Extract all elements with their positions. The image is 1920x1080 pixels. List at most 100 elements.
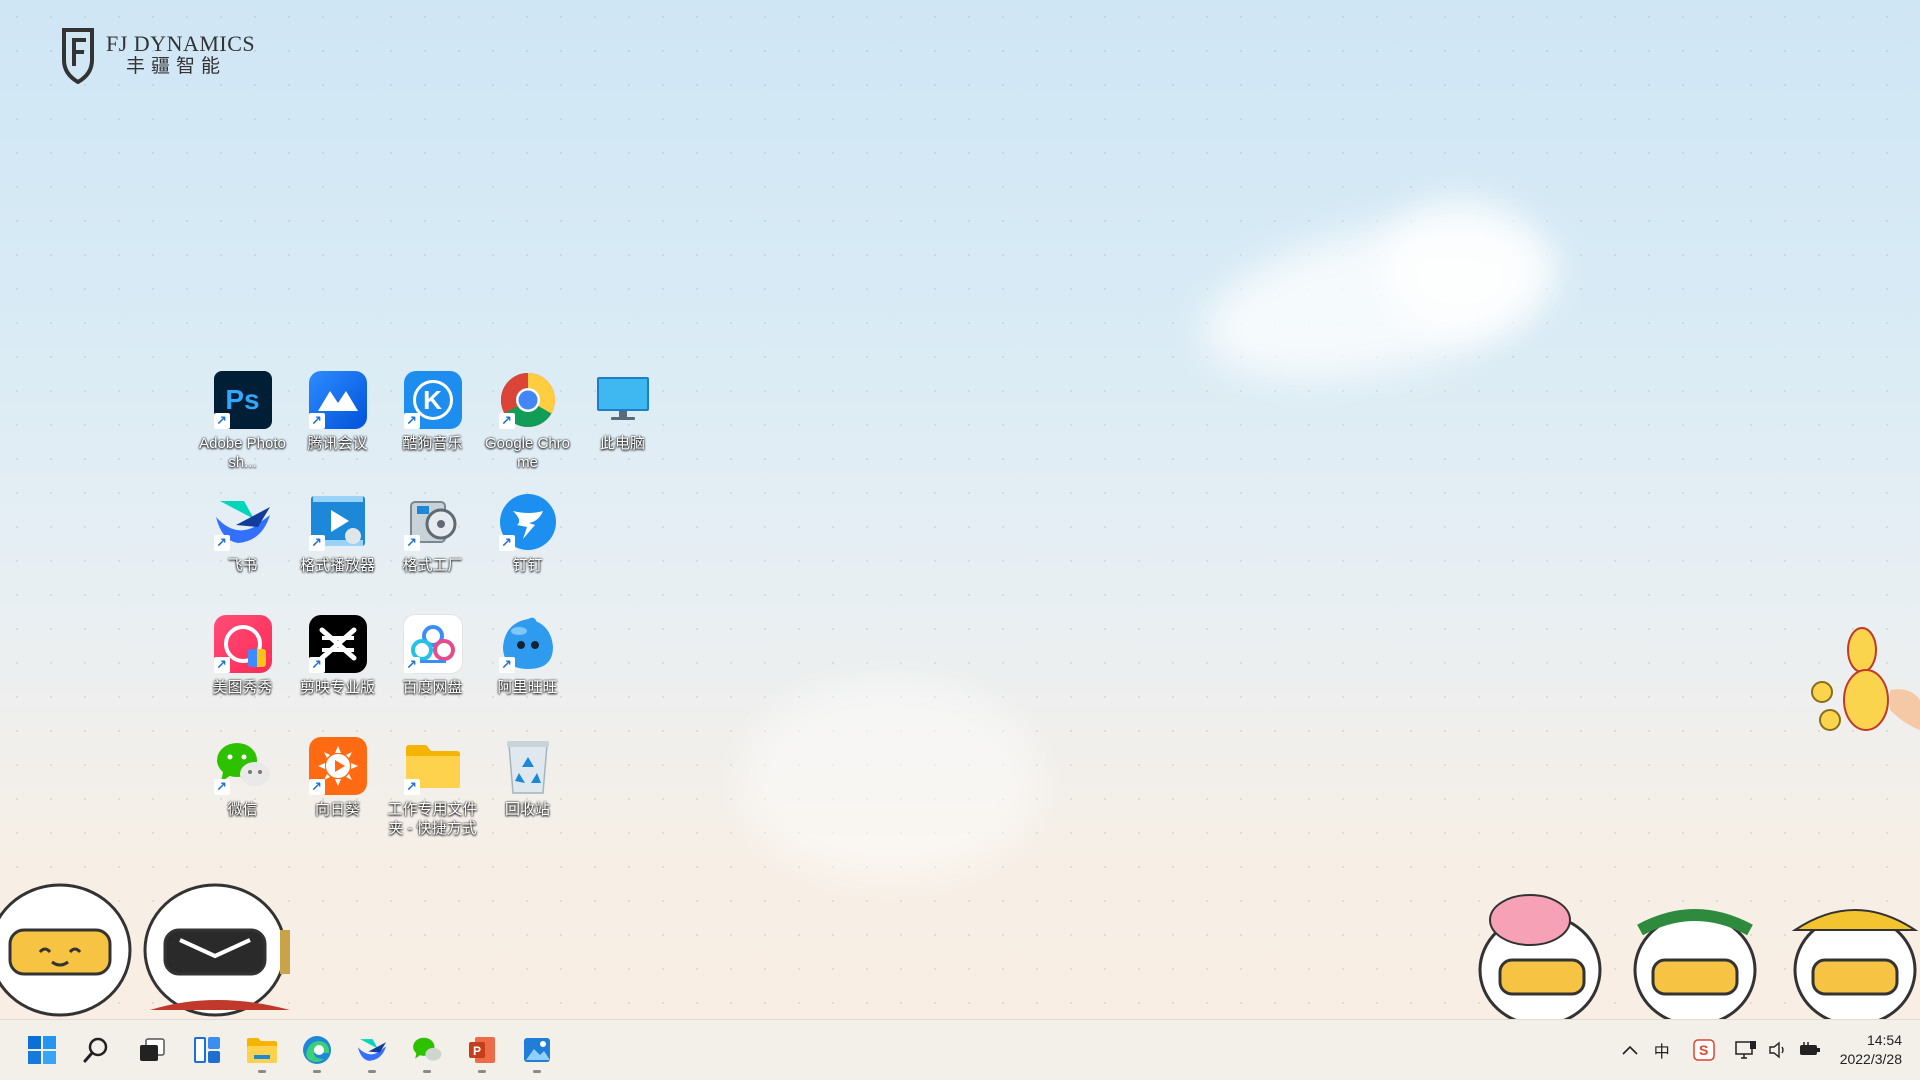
desktop-icon-aliwangwang[interactable]: ↗ 阿里旺旺 (480, 614, 575, 736)
edge-icon (303, 1036, 331, 1064)
wechat-icon (413, 1037, 442, 1061)
recycle-bin-icon (506, 741, 549, 794)
desktop-icon-photoshop[interactable]: Ps ↗ Adobe Photosh... (195, 370, 290, 492)
taskbar-apps: P (22, 1030, 557, 1073)
widgets-button[interactable] (187, 1030, 227, 1070)
running-indicator (478, 1070, 486, 1073)
desktop-icon-label: 酷狗音乐 (402, 435, 463, 452)
task-view-icon (140, 1038, 165, 1061)
desktop-icon-sunlogin[interactable]: ↗ 向日葵 (290, 736, 385, 858)
robot-mascot-left (0, 883, 290, 1017)
logo-text-en: FJ DYNAMICS (106, 31, 256, 56)
rubber-chicken-sticker (1811, 627, 1920, 731)
taskbar: P 中 S 14:54 2022/3/28 (0, 1019, 1920, 1080)
desktop-icon-label: 回收站 (504, 801, 550, 818)
desktop-icon-label: 美图秀秀 (212, 679, 273, 696)
desktop-icon-wechat[interactable]: ↗ 微信 (195, 736, 290, 858)
photos-icon (524, 1038, 550, 1062)
desktop-icon-meitu[interactable]: ↗ 美图秀秀 (195, 614, 290, 736)
taskbar-wechat[interactable] (407, 1030, 447, 1073)
clock-time: 14:54 (1866, 1032, 1902, 1048)
desktop-icon-format-factory[interactable]: ↗ 格式工厂 (385, 492, 480, 614)
wallpaper-cloud (1380, 200, 1540, 340)
desktop-icon-recycle-bin[interactable]: 回收站 (480, 736, 575, 858)
taskbar-file-explorer[interactable] (242, 1030, 282, 1073)
shortcut-arrow-icon: ↗ (213, 657, 230, 673)
feishu-icon (357, 1039, 387, 1061)
clock-date: 2022/3/28 (1839, 1051, 1902, 1067)
widgets-icon (194, 1037, 220, 1063)
desktop-icon-label: 腾讯会议 (307, 435, 368, 452)
desktop-icon-label: 此电脑 (599, 435, 645, 452)
shortcut-arrow-icon: ↗ (403, 779, 420, 795)
robot-mascot-right (1478, 894, 1919, 1020)
show-hidden-icons-button[interactable] (1614, 1030, 1646, 1070)
battery-plug-icon (1799, 1042, 1820, 1055)
battery-button[interactable] (1794, 1030, 1826, 1070)
desktop-icon-label: 格式工厂 (402, 557, 463, 574)
desktop-icon-label: 剪映专业版 (299, 679, 375, 696)
shortcut-arrow-icon: ↗ (498, 535, 515, 551)
shortcut-arrow-icon: ↗ (403, 535, 420, 551)
running-indicator (258, 1070, 266, 1073)
desktop-icon-label: 钉钉 (512, 557, 543, 574)
desktop-icon-chrome[interactable]: ↗ Google Chrome (480, 370, 575, 492)
desktop-icon-label: Google Chrome (484, 435, 571, 471)
shortcut-arrow-icon: ↗ (213, 779, 230, 795)
ime-indicator[interactable]: 中 (1646, 1030, 1678, 1070)
system-tray: 中 S 14:54 2022/3/28 (1614, 1020, 1902, 1080)
shortcut-arrow-icon: ↗ (213, 535, 230, 551)
svg-text:S: S (1699, 1042, 1708, 1058)
shortcut-arrow-icon: ↗ (308, 779, 325, 795)
svg-text:P: P (473, 1044, 481, 1058)
taskbar-feishu[interactable] (352, 1030, 392, 1073)
task-view-button[interactable] (132, 1030, 172, 1070)
desktop-icon-tencent-meeting[interactable]: ↗ 腾讯会议 (290, 370, 385, 492)
shortcut-arrow-icon: ↗ (308, 413, 325, 429)
shortcut-arrow-icon: ↗ (498, 657, 515, 673)
search-button[interactable] (77, 1030, 117, 1070)
volume-button[interactable] (1762, 1030, 1794, 1070)
network-button[interactable] (1730, 1030, 1762, 1070)
clock-button[interactable]: 14:54 2022/3/28 (1840, 1031, 1902, 1069)
running-indicator (533, 1070, 541, 1073)
desktop-icon-baidu-netdisk[interactable]: ↗ 百度网盘 (385, 614, 480, 736)
desktop-icon-capcut[interactable]: ↗ 剪映专业版 (290, 614, 385, 736)
desktop-icon-this-pc[interactable]: 此电脑 (575, 370, 670, 492)
logo-text-cn: 丰疆智能 (126, 56, 227, 77)
running-indicator (423, 1070, 431, 1073)
shortcut-arrow-icon: ↗ (213, 413, 230, 429)
network-icon (1734, 1041, 1756, 1059)
taskbar-powerpoint[interactable]: P (462, 1030, 502, 1073)
file-explorer-icon (247, 1038, 277, 1063)
taskbar-photos[interactable] (517, 1030, 557, 1073)
desktop-icon-kugou[interactable]: K ↗ 酷狗音乐 (385, 370, 480, 492)
taskbar-edge[interactable] (297, 1030, 337, 1073)
desktop-icon-label: 百度网盘 (402, 679, 463, 696)
desktop-icon-label: Adobe Photosh... (199, 435, 286, 471)
speaker-icon (1769, 1041, 1784, 1059)
desktop-icon-label: 飞书 (227, 557, 258, 574)
shortcut-arrow-icon: ↗ (308, 535, 325, 551)
desktop-icon-format-player[interactable]: ↗ 格式播放器 (290, 492, 385, 614)
sogou-input-button[interactable]: S (1688, 1030, 1720, 1070)
wallpaper-cloud (740, 680, 1040, 880)
this-pc-icon (596, 377, 649, 420)
desktop-icon-work-folder[interactable]: ↗ 工作专用文件夹 - 快捷方式 (385, 736, 480, 858)
chevron-up-icon (1622, 1045, 1638, 1055)
desktop-icon-label: 格式播放器 (299, 557, 375, 574)
search-icon (83, 1037, 108, 1063)
desktop-icon-label: 微信 (227, 801, 258, 818)
desktop-icon-grid: Ps ↗ Adobe Photosh... ↗ 腾讯会议 K ↗ 酷狗音乐 ↗ Go… (195, 370, 670, 858)
start-button[interactable] (22, 1030, 62, 1070)
desktop-icon-dingtalk[interactable]: ↗ 钉钉 (480, 492, 575, 614)
fj-dynamics-logo: FJ DYNAMICS 丰疆智能 (60, 26, 255, 84)
shortcut-arrow-icon: ↗ (498, 413, 515, 429)
running-indicator (368, 1070, 376, 1073)
desktop-icon-label: 工作专用文件夹 - 快捷方式 (387, 801, 478, 837)
shortcut-arrow-icon: ↗ (403, 657, 420, 673)
desktop-icon-label: 阿里旺旺 (497, 679, 558, 696)
shortcut-arrow-icon: ↗ (403, 413, 420, 429)
desktop-icon-feishu[interactable]: ↗ 飞书 (195, 492, 290, 614)
powerpoint-icon: P (469, 1037, 495, 1063)
